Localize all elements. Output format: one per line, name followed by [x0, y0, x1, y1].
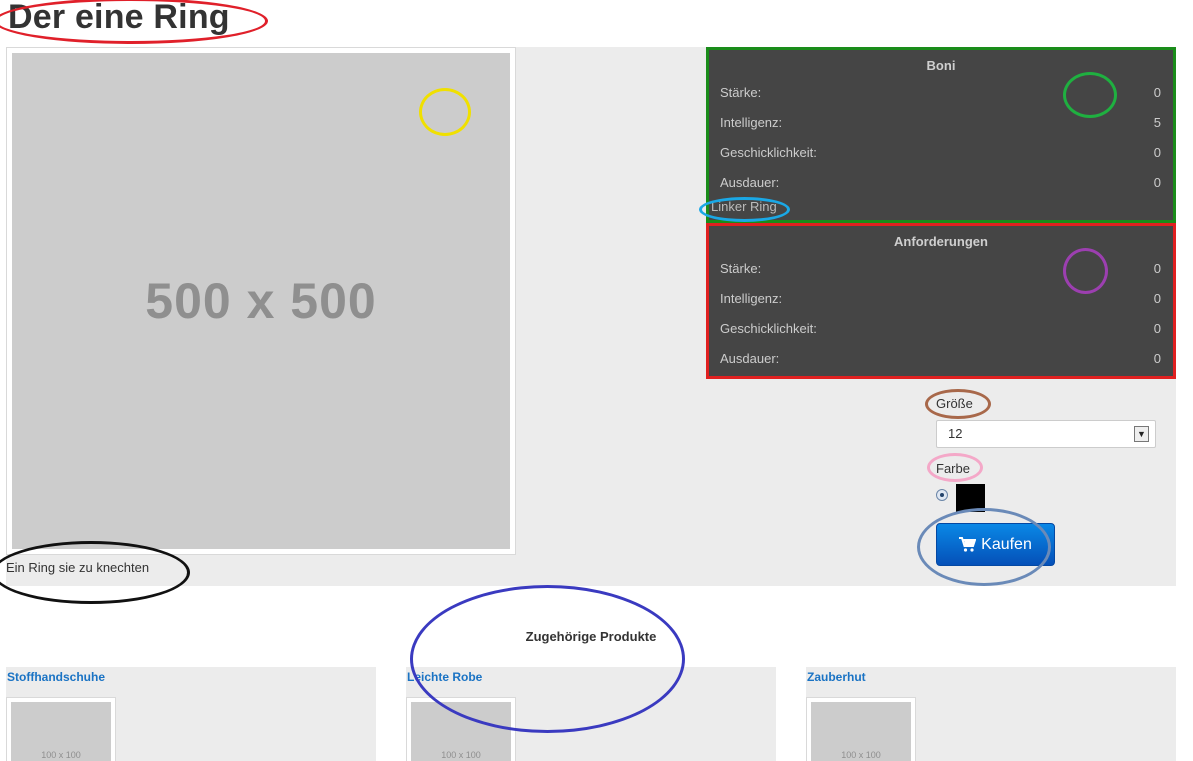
stat-value: 5 [1153, 115, 1161, 130]
stat-label: Ausdauer: [720, 175, 780, 190]
stat-label: Stärke: [720, 85, 762, 100]
bonus-row: Intelligenz: 5 [709, 108, 1173, 138]
bonus-row: Ausdauer: 0 [709, 168, 1173, 198]
stat-value: 0 [1153, 321, 1161, 336]
requirements-heading: Anforderungen [894, 234, 988, 249]
requirement-row: Geschicklichkeit: 0 [709, 314, 1173, 344]
thumbnail-placeholder-text: 100 x 100 [411, 702, 511, 761]
product-image: 500 x 500 [6, 47, 516, 555]
buy-button[interactable]: Kaufen [936, 523, 1055, 566]
stat-value: 0 [1153, 145, 1161, 160]
color-swatch-black[interactable] [956, 484, 985, 512]
color-label: Farbe [936, 461, 970, 476]
color-radio-black[interactable] [936, 489, 948, 501]
thumbnail-placeholder-text: 100 x 100 [811, 702, 911, 761]
size-label: Größe [936, 396, 973, 411]
stat-value: 0 [1153, 175, 1161, 190]
requirement-row: Ausdauer: 0 [709, 344, 1173, 374]
stat-label: Intelligenz: [720, 115, 783, 130]
thumbnail-placeholder-text: 100 x 100 [11, 702, 111, 761]
stat-value: 0 [1153, 291, 1161, 306]
size-select[interactable]: 12 ▼ [936, 420, 1156, 448]
cart-icon [959, 537, 977, 552]
related-product-thumbnail[interactable]: 100 x 100 [6, 697, 116, 761]
chevron-down-icon[interactable]: ▼ [1134, 426, 1149, 442]
bonus-stats-panel: Boni Stärke: 0 Intelligenz: 5 Geschicklich… [706, 47, 1176, 223]
related-products-heading: Zugehörige Produkte [525, 629, 657, 644]
bonus-heading: Boni [926, 58, 956, 73]
related-product-card[interactable]: Zauberhut 100 x 100 [806, 667, 1176, 761]
page-title: Der eine Ring [8, 0, 230, 36]
bonus-row: Stärke: 0 [709, 78, 1173, 108]
stat-label: Geschicklichkeit: [720, 145, 817, 160]
stat-label: Intelligenz: [720, 291, 783, 306]
size-selected-value: 12 [948, 426, 963, 441]
bonus-row: Geschicklichkeit: 0 [709, 138, 1173, 168]
related-product-link[interactable]: Zauberhut [806, 667, 1176, 697]
stat-label: Ausdauer: [720, 351, 780, 366]
stat-label: Stärke: [720, 261, 762, 276]
stat-value: 0 [1153, 85, 1161, 100]
related-product-card[interactable]: Stoffhandschuhe 100 x 100 [6, 667, 376, 761]
equipment-slot: Linker Ring [711, 199, 777, 214]
related-product-link[interactable]: Stoffhandschuhe [6, 667, 376, 697]
requirements-panel: Anforderungen Stärke: 0 Intelligenz: 0 Ges… [706, 223, 1176, 379]
requirement-row: Stärke: 0 [709, 254, 1173, 284]
stat-label: Geschicklichkeit: [720, 321, 817, 336]
stat-value: 0 [1153, 351, 1161, 366]
image-placeholder-text: 500 x 500 [12, 53, 510, 549]
product-description: Ein Ring sie zu knechten [6, 560, 150, 575]
related-product-card[interactable]: Leichte Robe 100 x 100 [406, 667, 776, 761]
related-product-link[interactable]: Leichte Robe [406, 667, 776, 697]
buy-button-label: Kaufen [981, 535, 1032, 553]
related-product-thumbnail[interactable]: 100 x 100 [806, 697, 916, 761]
stat-value: 0 [1153, 261, 1161, 276]
requirement-row: Intelligenz: 0 [709, 284, 1173, 314]
related-product-thumbnail[interactable]: 100 x 100 [406, 697, 516, 761]
